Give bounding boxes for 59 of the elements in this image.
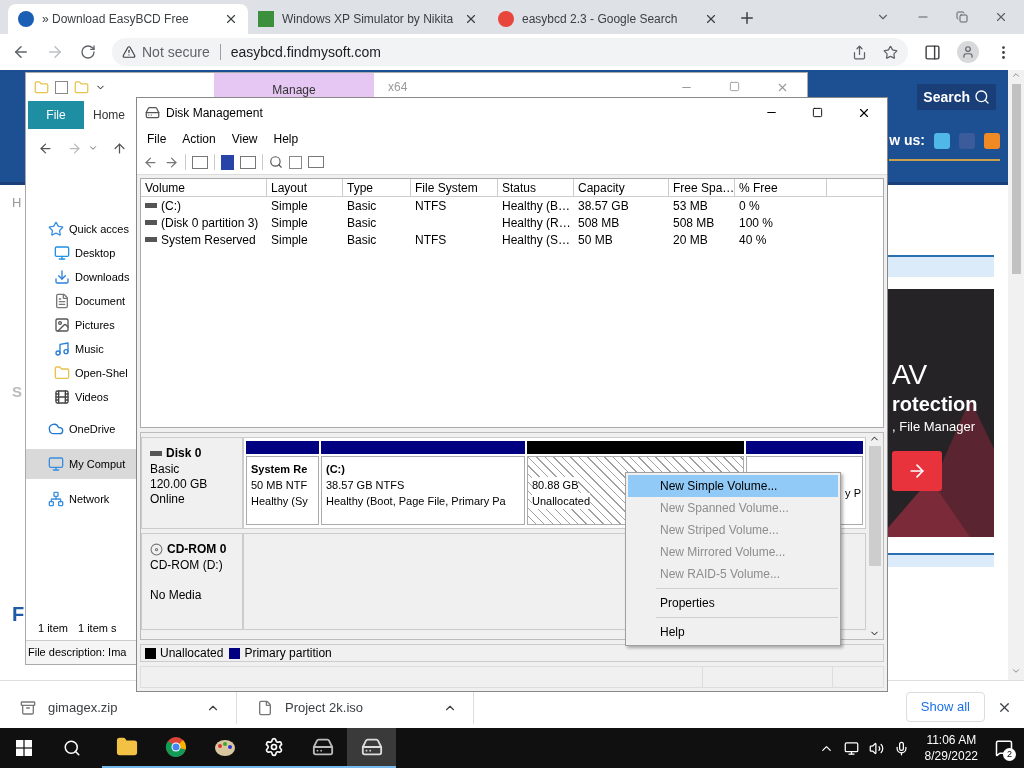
table-cell-text: 0 % bbox=[739, 197, 760, 215]
notification-count: 2 bbox=[1003, 748, 1016, 761]
table-cell-text: Simple bbox=[271, 231, 308, 249]
disk-info: Basic bbox=[150, 462, 181, 477]
partition-info: 50 MB NTF bbox=[251, 478, 309, 493]
page-text: S bbox=[12, 381, 23, 402]
table-cell-text: 38.57 GB bbox=[578, 197, 629, 215]
disk-status: No Media bbox=[150, 588, 203, 603]
table-cell-text: System Reserved bbox=[161, 231, 256, 249]
disk-name: Disk 0 bbox=[166, 445, 202, 462]
details-text: File description: Ima bbox=[28, 645, 127, 661]
table-cell-text: Healthy (R… bbox=[502, 214, 571, 232]
table-cell-text: Simple bbox=[271, 197, 308, 215]
partition-info: y P bbox=[845, 485, 861, 501]
disk-info: 120.00 GB bbox=[150, 477, 209, 492]
table-cell-text: Basic bbox=[347, 214, 377, 232]
table-cell-text: 508 MB bbox=[578, 214, 620, 232]
tab-title: easybcd 2.3 - Google Search bbox=[522, 11, 679, 28]
table-cell-text: Simple bbox=[271, 214, 308, 232]
follow-label: w us: bbox=[889, 131, 925, 150]
ad-text: rotection bbox=[892, 392, 979, 417]
window-title: Disk Management bbox=[166, 104, 263, 122]
tab-title: » Download EasyBCD Free bbox=[42, 11, 190, 28]
ad-text: AV bbox=[892, 359, 929, 391]
legend-label: Unallocated bbox=[160, 645, 224, 662]
status-text: 1 item bbox=[38, 620, 68, 636]
table-cell-text: 100 % bbox=[739, 214, 774, 232]
disk-status: Online bbox=[150, 492, 186, 507]
file-name: gimagex.zip bbox=[48, 699, 119, 718]
partition-info: 38.57 GB NTFS bbox=[326, 478, 406, 493]
tab-title: Windows XP Simulator by Nikita bbox=[282, 11, 455, 28]
table-cell-text: (Disk 0 partition 3) bbox=[161, 214, 259, 232]
security-label: Not secure bbox=[142, 42, 210, 62]
partition-info: Healthy (Sy bbox=[251, 494, 309, 509]
table-cell-text: 508 MB bbox=[673, 214, 715, 232]
partition-info: Unallocated bbox=[532, 492, 591, 509]
ad-text: , File Manager bbox=[892, 418, 977, 436]
table-cell-text: 40 % bbox=[739, 231, 767, 249]
table-cell-text: (C:) bbox=[161, 197, 181, 215]
status-text: 1 item s bbox=[77, 620, 117, 636]
disk-name: CD-ROM 0 bbox=[167, 541, 227, 558]
table-cell-text: NTFS bbox=[415, 197, 447, 215]
legend-label: Primary partition bbox=[244, 645, 332, 662]
window-title: x64 bbox=[388, 79, 408, 96]
page-text: H bbox=[12, 194, 23, 212]
table-cell-text: NTFS bbox=[415, 231, 447, 249]
url-text: easybcd.findmysoft.com bbox=[230, 42, 381, 62]
page-text: F bbox=[12, 602, 25, 627]
file-name: Project 2k.iso bbox=[285, 699, 365, 718]
table-cell-text: 53 MB bbox=[673, 197, 708, 215]
table-cell-text: Healthy (B… bbox=[502, 197, 571, 215]
table-cell-text: Basic bbox=[347, 197, 377, 215]
partition-info: Healthy (Boot, Page File, Primary Pa bbox=[326, 494, 507, 509]
table-cell-text: 50 MB bbox=[578, 231, 613, 249]
partition-info: 80.88 GB bbox=[532, 476, 579, 493]
table-cell-text: Healthy (S… bbox=[502, 231, 571, 249]
table-cell-text: 20 MB bbox=[673, 231, 708, 249]
table-cell-text: Basic bbox=[347, 231, 377, 249]
disk-info: CD-ROM (D:) bbox=[150, 558, 224, 573]
